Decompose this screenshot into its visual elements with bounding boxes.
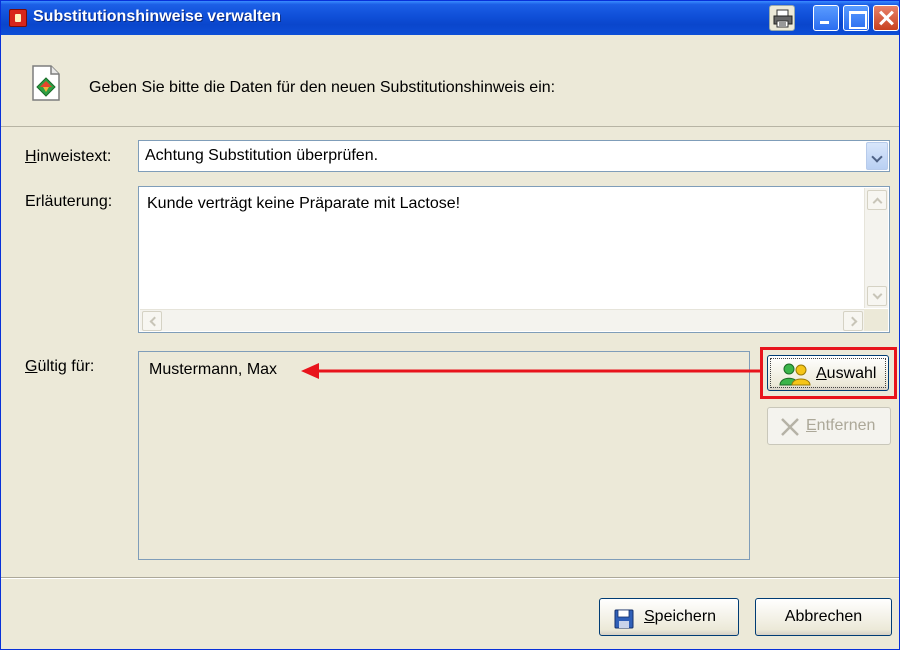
entfernen-button[interactable]: Entfernen (767, 407, 891, 445)
annotation-arrow (301, 363, 761, 379)
scroll-left-icon[interactable] (142, 311, 162, 331)
list-item[interactable]: Mustermann, Max (149, 361, 277, 379)
scroll-right-icon[interactable] (843, 311, 863, 331)
remove-x-icon (780, 417, 800, 442)
close-icon[interactable] (873, 5, 899, 31)
minimize-icon[interactable] (813, 5, 839, 31)
app-icon (9, 9, 27, 27)
auswahl-button[interactable]: Auswahl (767, 355, 889, 391)
maximize-icon[interactable] (843, 5, 869, 31)
erlaeuterung-value: Kunde verträgt keine Präparate mit Lacto… (147, 195, 461, 212)
scroll-up-icon[interactable] (867, 190, 887, 210)
scroll-corner (864, 309, 888, 331)
erlaeuterung-textarea[interactable]: Kunde verträgt keine Präparate mit Lacto… (138, 186, 890, 333)
hinweistext-combobox[interactable]: Achtung Substitution überprüfen. (138, 140, 890, 172)
gueltig-fuer-label: Gültig für: (25, 358, 95, 375)
hinweistext-value: Achtung Substitution überprüfen. (145, 147, 379, 164)
hinweistext-label: Hinweistext: (25, 148, 112, 165)
chevron-down-icon[interactable] (866, 142, 888, 170)
abbrechen-button[interactable]: Abbrechen (755, 598, 892, 636)
speichern-button[interactable]: Speichern (599, 598, 739, 636)
edit-document-icon (31, 65, 61, 106)
erlaeuterung-label: Erläuterung: (25, 193, 113, 210)
print-icon[interactable] (769, 5, 795, 31)
footer-separator (1, 577, 899, 579)
gueltig-fuer-listbox[interactable]: Mustermann, Max (138, 351, 750, 560)
horizontal-scrollbar[interactable] (140, 309, 865, 331)
window-title: Substitutionshinweise verwalten (33, 8, 282, 25)
vertical-scrollbar[interactable] (864, 188, 888, 308)
dialog-window: Substitutionshinweise verwalten Geben Si… (0, 0, 900, 650)
users-icon (778, 362, 812, 391)
scroll-down-icon[interactable] (867, 286, 887, 306)
instruction-text: Geben Sie bitte die Daten für den neuen … (89, 79, 556, 96)
floppy-disk-icon (614, 609, 634, 634)
title-bar[interactable]: Substitutionshinweise verwalten (1, 1, 899, 35)
